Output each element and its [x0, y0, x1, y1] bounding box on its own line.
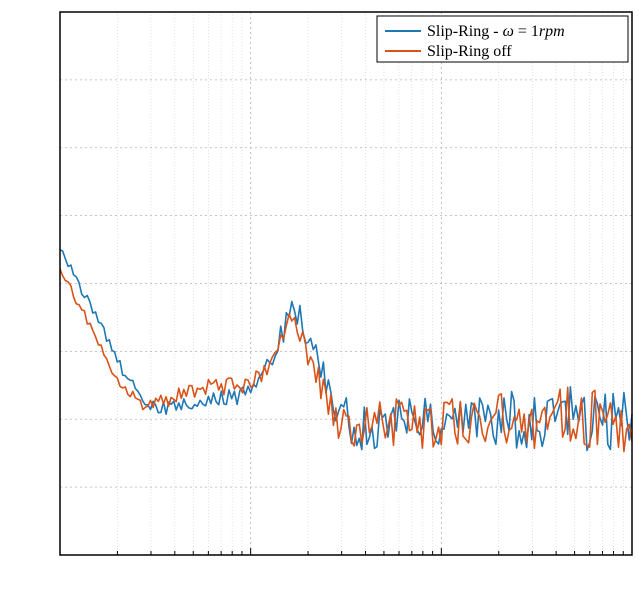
legend-label: Slip-Ring off [427, 43, 512, 60]
legend-label: Slip-Ring - ω = 1rpm [427, 23, 565, 40]
series-line-2 [60, 269, 632, 451]
